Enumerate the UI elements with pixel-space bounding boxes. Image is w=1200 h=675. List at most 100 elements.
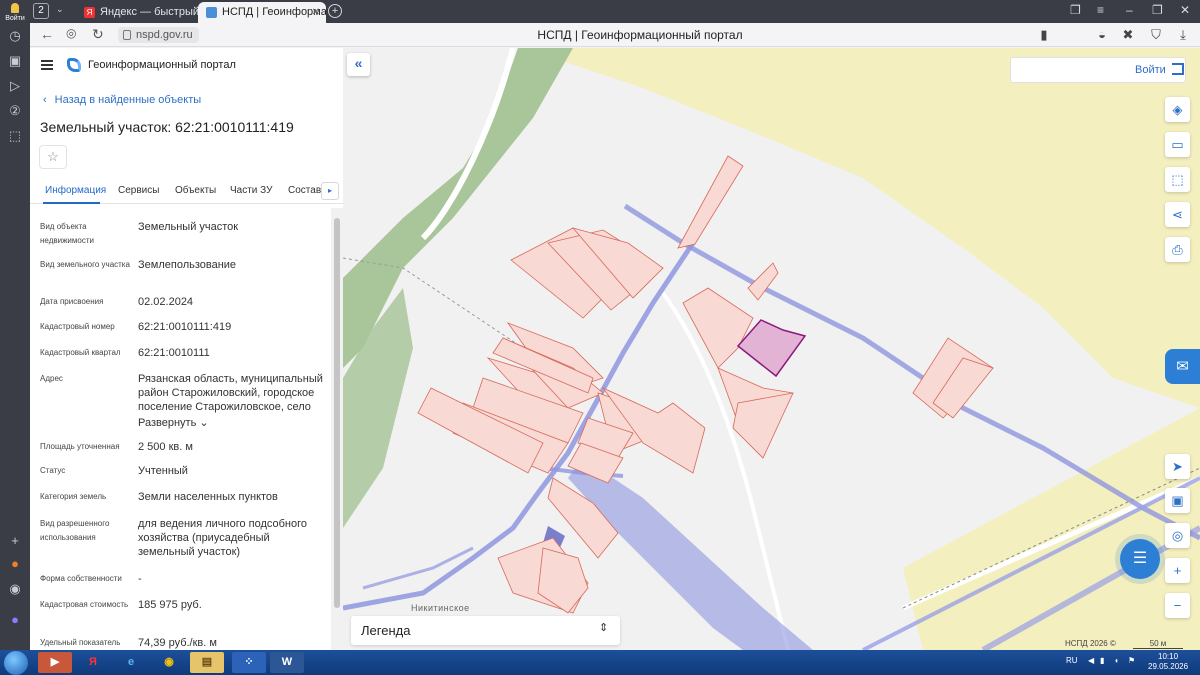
pin-icon: ◎ xyxy=(1171,528,1184,543)
tabs-next-button[interactable]: ▸ xyxy=(321,182,339,200)
apps-grid-icon[interactable]: ⁘ xyxy=(232,652,266,673)
locate-button[interactable]: ➤ xyxy=(1165,454,1190,479)
browser-sidebar: Войти ◷ ▣ ▷ ② ⬚ + ● ◉ ● xyxy=(0,0,30,650)
share-button[interactable]: ⋖ xyxy=(1165,202,1190,227)
ie-icon[interactable]: e xyxy=(114,652,148,673)
object-tabs: Информация Сервисы Объекты Части ЗУ Сост… xyxy=(30,178,343,204)
bookmarks-icon[interactable]: ❐ xyxy=(1070,3,1081,17)
play-icon[interactable]: ▷ xyxy=(7,78,23,94)
favorite-star-icon[interactable]: ☆ xyxy=(39,145,67,169)
extension-icon[interactable]: ◒ xyxy=(1094,27,1110,43)
active-tab-underline xyxy=(43,202,100,204)
print-button[interactable]: ⎙ xyxy=(1165,237,1190,262)
clock[interactable]: 10:10 29.05.2026 xyxy=(1148,652,1188,672)
tray-arrow-icon[interactable]: ◀ xyxy=(1088,656,1094,665)
back-icon[interactable]: ← xyxy=(40,26,54,42)
menu-icon[interactable]: ≡ xyxy=(1097,3,1104,17)
add-icon[interactable]: + xyxy=(7,533,23,549)
basemap-button[interactable]: ▣ xyxy=(1165,488,1190,513)
login-button[interactable]: Войти xyxy=(1010,57,1186,83)
zoom-in-button[interactable]: + xyxy=(1165,558,1190,583)
word-icon[interactable]: W xyxy=(270,652,304,673)
login-badge[interactable]: Войти xyxy=(3,3,27,23)
flag-icon[interactable]: ⚑ xyxy=(1128,656,1135,665)
chat-badge-icon[interactable]: ✉ xyxy=(1165,349,1200,384)
geo-search-button[interactable]: ◎ xyxy=(1165,523,1190,548)
network-icon[interactable]: ▮ xyxy=(1100,656,1104,665)
basemap-icon: ▣ xyxy=(1171,493,1184,508)
measure-button[interactable]: ▭ xyxy=(1165,132,1190,157)
collections-icon[interactable]: ▣ xyxy=(7,53,23,69)
history-icon[interactable]: ◷ xyxy=(7,28,23,44)
parcel xyxy=(732,392,794,459)
protect-icon[interactable]: ◎ xyxy=(66,26,76,40)
layers-button[interactable]: ◈ xyxy=(1165,97,1190,122)
minimize-icon[interactable]: – xyxy=(1126,3,1133,17)
login-icon xyxy=(1172,63,1184,75)
collapse-panel-button[interactable]: « xyxy=(347,53,370,76)
extension-x-icon[interactable]: ✖ xyxy=(1120,27,1136,43)
tab-nspd[interactable]: НСПД | Геоинформац ✕ xyxy=(198,2,326,23)
portal-name: Геоинформационный портал xyxy=(88,59,236,71)
tab-objects[interactable]: Объекты xyxy=(175,185,216,196)
close-icon[interactable]: ✕ xyxy=(312,2,320,23)
map-canvas[interactable] xyxy=(343,48,1200,650)
media-icon[interactable]: ▶ xyxy=(38,652,72,673)
scroll-thumb[interactable] xyxy=(334,218,340,608)
updown-chevron-icon: ⇕ xyxy=(599,622,609,634)
lock-icon xyxy=(123,30,131,40)
map-area[interactable]: « Войти ◈ ▭ ⬚ ⋖ ⎙ ✉ ➤ ▣ ◎ + − ☰ Никитинс… xyxy=(343,48,1200,650)
tab-count[interactable]: 2 xyxy=(33,3,49,19)
url-field[interactable]: nspd.gov.ru xyxy=(118,27,199,43)
tab-services[interactable]: Сервисы xyxy=(118,185,159,196)
ruler-icon: ▭ xyxy=(1171,137,1184,152)
chevron-down-icon[interactable]: ⌄ xyxy=(56,4,64,15)
folder-icon[interactable]: ▤ xyxy=(190,652,224,673)
expand-link[interactable]: Развернуть ⌄ xyxy=(138,416,326,430)
nspd-icon xyxy=(206,7,217,18)
navigation-arrow-icon: ➤ xyxy=(1172,459,1183,474)
zoom-out-button[interactable]: − xyxy=(1165,593,1190,618)
assistant-icon[interactable]: ● xyxy=(7,612,23,628)
back-link[interactable]: ‹ Назад в найденные объекты xyxy=(43,94,201,106)
extension-shield-icon[interactable]: ⛉ xyxy=(1148,27,1164,43)
circle-app-icon[interactable]: ◉ xyxy=(7,581,23,597)
info-panel: Геоинформационный портал ‹ Назад в найден… xyxy=(30,48,343,650)
chat-button[interactable]: ☰ xyxy=(1120,539,1160,579)
scale-bar: 50 м xyxy=(1133,639,1183,649)
print-icon: ⎙ xyxy=(1172,242,1183,257)
downloads-icon[interactable]: ⬚ xyxy=(7,128,23,144)
language-indicator[interactable]: RU xyxy=(1066,656,1078,665)
chevron-left-icon: ‹ xyxy=(43,94,47,106)
chat-icon: ☰ xyxy=(1132,550,1148,567)
place-label: Никитинское xyxy=(411,603,470,613)
restore-icon[interactable]: ❐ xyxy=(1152,3,1163,17)
panel-scrollbar[interactable] xyxy=(331,208,343,650)
select-area-button[interactable]: ⬚ xyxy=(1165,167,1190,192)
object-title: Земельный участок: 62:21:0010111:419 xyxy=(40,119,294,135)
start-button[interactable] xyxy=(4,651,28,675)
download-icon[interactable]: ⤓ xyxy=(1175,27,1191,43)
minus-icon: − xyxy=(1173,598,1182,613)
reload-icon[interactable]: ↻ xyxy=(92,26,104,43)
app-icon[interactable]: ● xyxy=(7,556,23,572)
tab-info[interactable]: Информация xyxy=(45,185,106,196)
close-window-icon[interactable]: ✕ xyxy=(1180,3,1190,17)
new-tab-button[interactable]: + xyxy=(328,4,342,18)
tab-bar: 2 ⌄ Я Яндекс — быстрый поиск НСПД | Геои… xyxy=(30,0,1200,23)
yandex-browser-icon[interactable]: Я xyxy=(76,652,110,673)
select-area-icon: ⬚ xyxy=(1171,172,1184,187)
taskbar: ▶ Я e ◉ ▤ ⁘ W RU ◀ ▮ ◖ ⚑ 10:10 29.05.202… xyxy=(0,650,1200,675)
bookmark-icon[interactable]: ▮ xyxy=(1036,27,1052,43)
chevron-down-icon: ⌄ xyxy=(199,417,209,429)
chrome-icon[interactable]: ◉ xyxy=(152,652,186,673)
parcels xyxy=(417,155,994,614)
tab-composition[interactable]: Состав xyxy=(288,185,321,196)
legend-dropdown[interactable]: Легенда ⇕ xyxy=(351,616,620,645)
volume-icon[interactable]: ◖ xyxy=(1114,656,1119,665)
hamburger-icon[interactable] xyxy=(41,60,53,70)
tabs-count-icon[interactable]: ② xyxy=(7,103,23,119)
tab-parts[interactable]: Части ЗУ xyxy=(230,185,272,196)
forest-area xyxy=(343,48,573,368)
parcel xyxy=(682,287,754,369)
